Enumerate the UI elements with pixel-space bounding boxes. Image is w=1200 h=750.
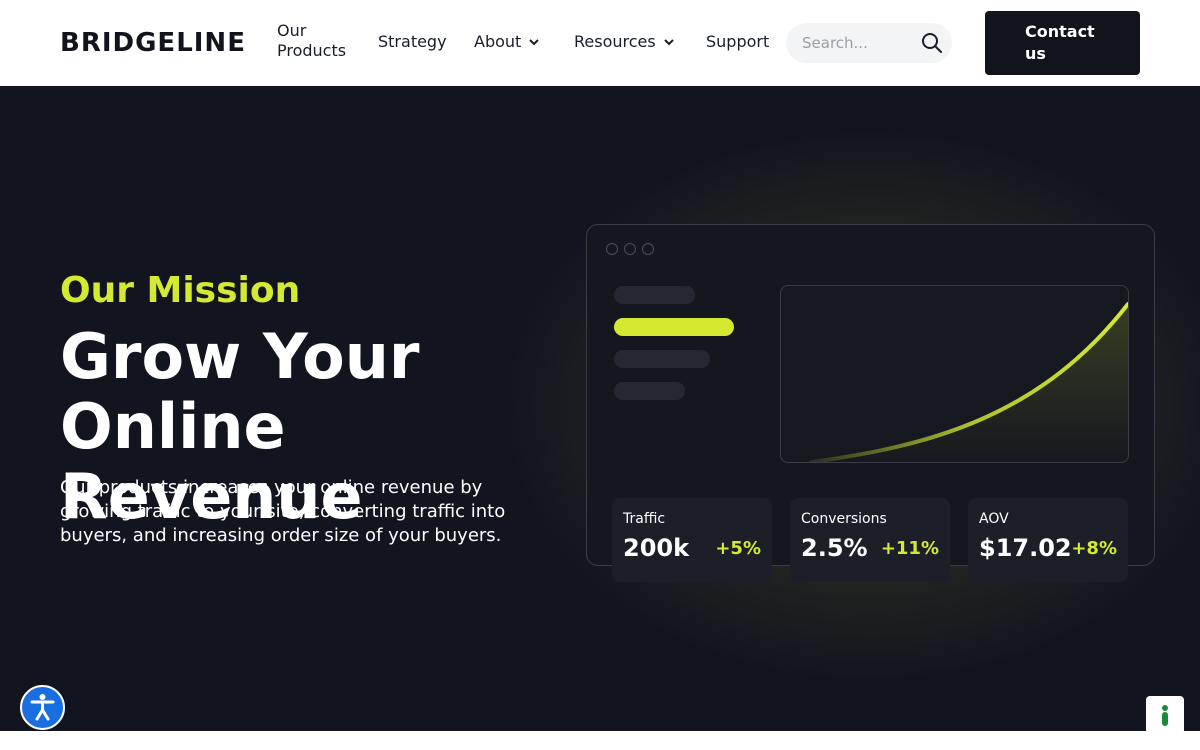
nav-support-label: Support xyxy=(706,32,770,51)
nav-resources-label: Resources xyxy=(574,32,656,51)
stat-label: Traffic xyxy=(623,511,666,527)
hero-description: Our products increases your online reven… xyxy=(60,477,506,546)
nav-strategy[interactable]: Strategy xyxy=(378,32,447,51)
nav-resources[interactable]: Resources xyxy=(574,32,674,51)
window-dot xyxy=(606,243,618,255)
stat-card-aov: AOV $17.02 +8% xyxy=(968,498,1128,582)
search-box xyxy=(786,23,952,63)
menu-placeholder-bar-active xyxy=(614,318,734,336)
search-input[interactable] xyxy=(802,33,912,53)
stat-delta: +11% xyxy=(880,538,939,559)
stat-delta: +8% xyxy=(1071,538,1117,559)
accessibility-icon xyxy=(30,694,55,721)
hero-section: Our Mission Grow Your Online Revenue Our… xyxy=(0,86,1200,731)
chevron-down-icon xyxy=(664,38,674,45)
nav-our-products[interactable]: Our Products xyxy=(277,21,357,61)
stat-value: $17.02 xyxy=(979,534,1072,562)
bridgeline-logo[interactable]: BRIDGELINE xyxy=(60,28,246,58)
contact-us-button[interactable]: Contact us xyxy=(985,11,1140,75)
cookie-settings-icon xyxy=(1162,705,1168,726)
menu-placeholder-bar xyxy=(614,350,710,368)
nav-our-products-label: Our Products xyxy=(277,21,347,60)
cookie-settings-button[interactable] xyxy=(1146,696,1184,734)
site-header: BRIDGELINE Our Products Strategy About R… xyxy=(0,0,1200,86)
growth-chart xyxy=(780,285,1129,463)
nav-about[interactable]: About xyxy=(474,32,540,51)
menu-placeholder-bar xyxy=(614,382,685,400)
accessibility-button[interactable] xyxy=(20,685,65,730)
hero-eyebrow: Our Mission xyxy=(60,270,301,311)
nav-about-label: About xyxy=(474,32,522,51)
nav-strategy-label: Strategy xyxy=(378,32,447,51)
window-dot xyxy=(642,243,654,255)
stat-value: 2.5% xyxy=(801,534,868,562)
stat-label: Conversions xyxy=(801,511,887,527)
window-dot xyxy=(624,243,636,255)
stat-card-traffic: Traffic 200k +5% xyxy=(612,498,772,582)
stat-card-conversions: Conversions 2.5% +11% xyxy=(790,498,950,582)
menu-placeholder-bar xyxy=(614,286,695,304)
stat-value: 200k xyxy=(623,534,690,562)
page-bottom-strip xyxy=(0,731,1200,750)
chevron-down-icon xyxy=(529,38,540,45)
nav-support[interactable]: Support xyxy=(706,32,769,51)
stat-delta: +5% xyxy=(715,538,761,559)
stat-label: AOV xyxy=(979,511,1009,527)
growth-curve xyxy=(809,302,1128,462)
search-icon[interactable] xyxy=(920,31,944,55)
